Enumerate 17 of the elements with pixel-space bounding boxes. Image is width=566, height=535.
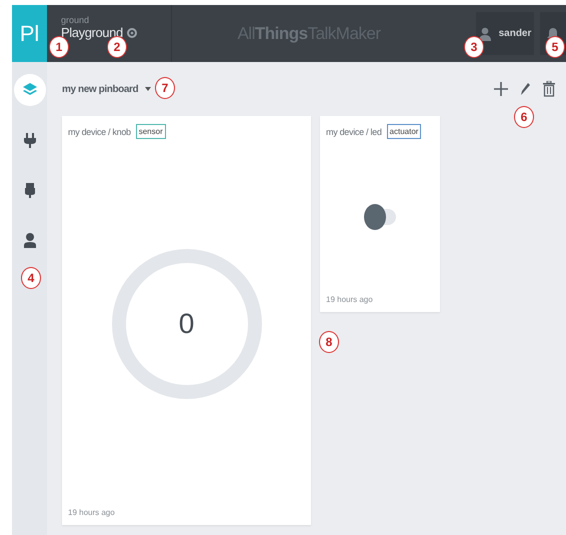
user-button[interactable]: sander	[476, 12, 534, 55]
plus-icon[interactable]	[494, 82, 508, 96]
type-tag: actuator	[386, 124, 422, 139]
timestamp: 19 hours ago	[326, 295, 374, 304]
trash-icon[interactable]	[542, 81, 556, 97]
caret-icon	[145, 87, 152, 91]
person-icon	[478, 26, 491, 40]
gear-icon[interactable]	[126, 28, 137, 38]
card-title: my device / led	[326, 126, 382, 136]
knob-dial[interactable]: 0	[112, 248, 262, 398]
timestamp: 19 hours ago	[68, 508, 116, 517]
card-title: my device / knob	[68, 126, 131, 136]
type-tag: sensor	[136, 124, 166, 139]
pinboard-dropdown[interactable]: my new pinboard	[62, 84, 152, 94]
toggle-switch[interactable]	[364, 204, 396, 230]
workspace-label: ground	[61, 15, 90, 25]
pencil-icon[interactable]	[519, 82, 531, 96]
